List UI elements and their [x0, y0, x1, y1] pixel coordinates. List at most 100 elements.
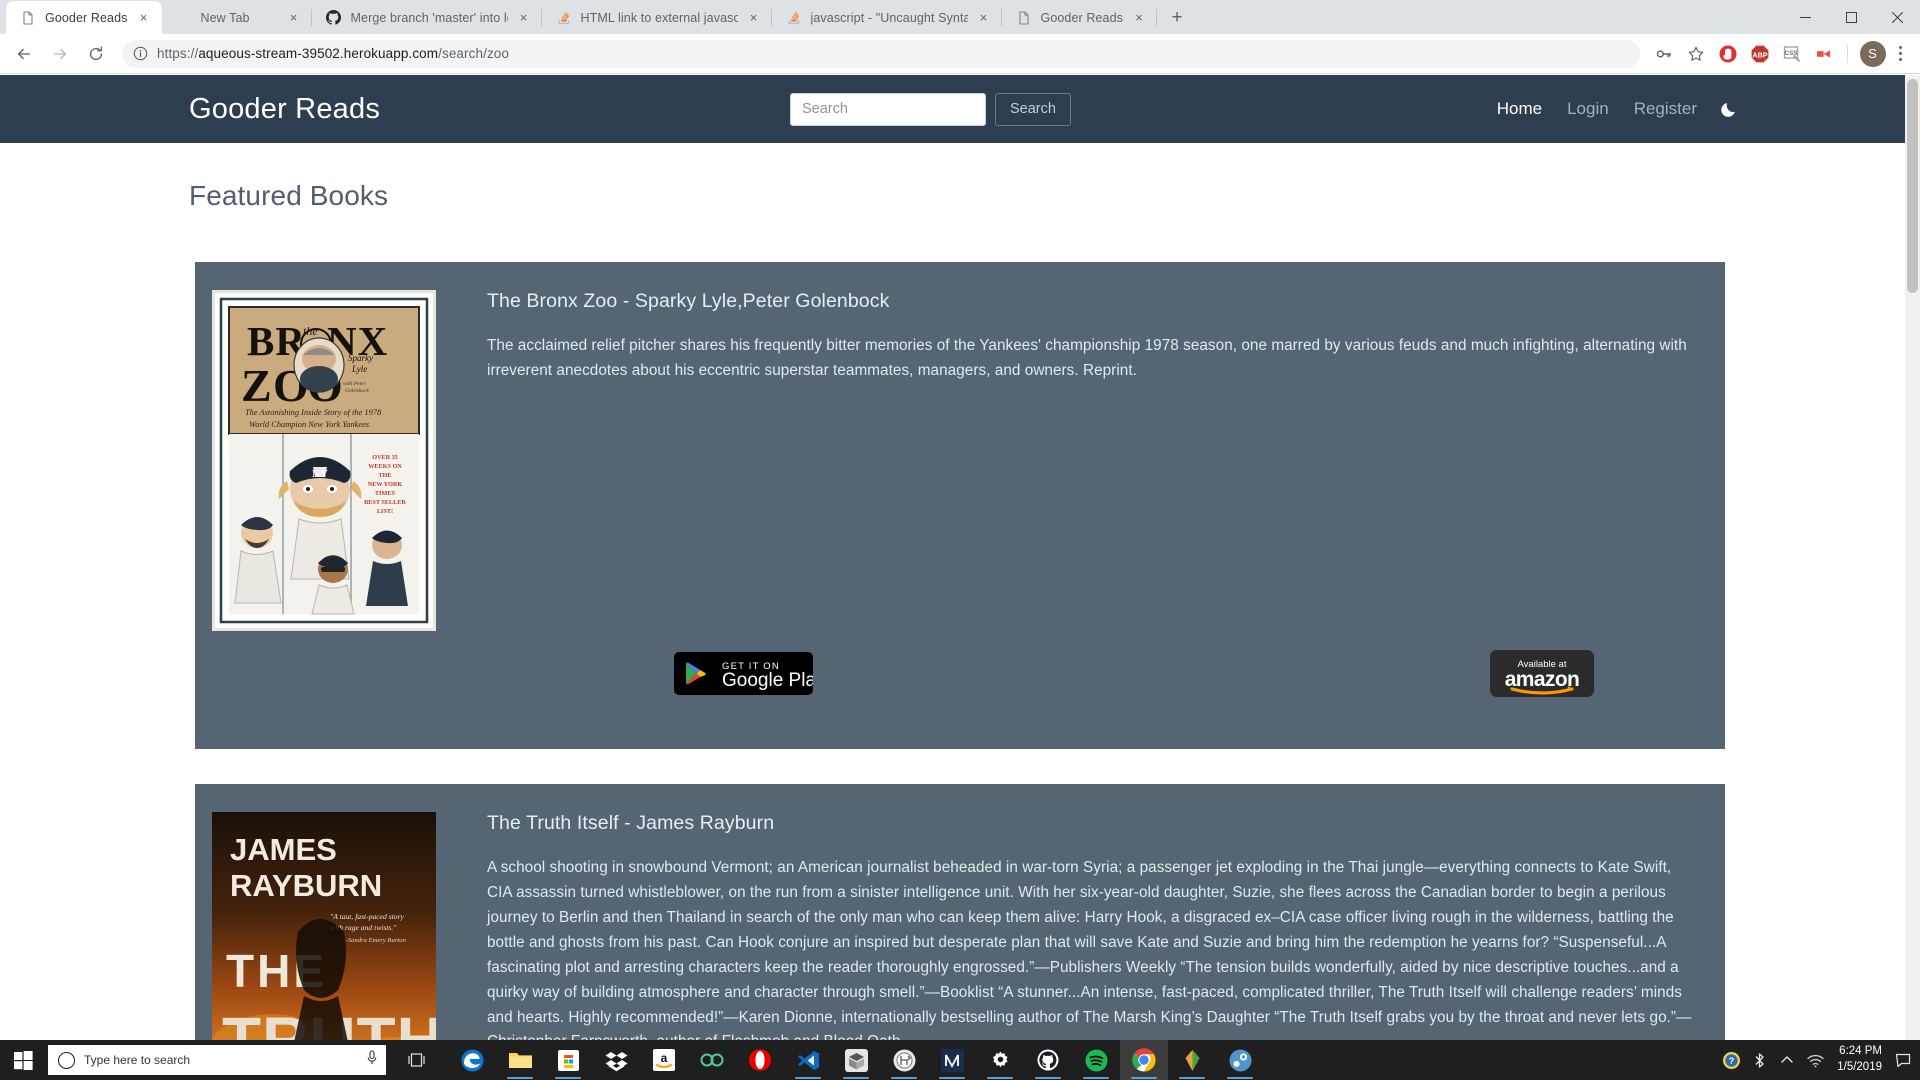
url-text: https://aqueous-stream-39502.herokuapp.c… — [157, 46, 509, 61]
address-bar[interactable]: https://aqueous-stream-39502.herokuapp.c… — [122, 39, 1640, 68]
nordvpn-icon[interactable] — [928, 1040, 976, 1080]
bluetooth-icon[interactable] — [1745, 1040, 1773, 1080]
start-button[interactable] — [0, 1040, 46, 1080]
browser-tab[interactable]: Merge branch 'master' into login × — [312, 1, 542, 34]
store-badges: GET IT ON Google Play Available at amazo… — [674, 650, 1594, 702]
taskbar-search-box[interactable]: Type here to search — [48, 1045, 386, 1075]
password-key-icon[interactable] — [1649, 39, 1679, 69]
tab-title: New Tab — [200, 10, 250, 25]
maximize-button[interactable] — [1828, 1, 1874, 33]
chrome-menu-icon[interactable] — [1891, 45, 1911, 62]
browser-chrome: Gooder Reads × New Tab × Merge branch 'm… — [0, 0, 1920, 74]
ghostery-icon[interactable] — [1713, 39, 1743, 69]
postman-icon[interactable] — [832, 1040, 880, 1080]
forward-arrow-icon[interactable] — [44, 38, 76, 70]
heroku-icon[interactable] — [880, 1040, 928, 1080]
book-card: BR NX the Z O O Sparky Lyle with Peter G… — [195, 262, 1725, 749]
tab-close-icon[interactable]: × — [286, 10, 302, 26]
tab-close-icon[interactable]: × — [1131, 10, 1147, 26]
amazon-badge[interactable]: Available at amazon — [1490, 650, 1594, 702]
tab-close-icon[interactable]: × — [746, 10, 762, 26]
book-cover-image[interactable]: BR NX the Z O O Sparky Lyle with Peter G… — [212, 290, 436, 631]
adblock-plus-icon[interactable]: ABP — [1745, 39, 1775, 69]
help-icon[interactable]: ? — [1717, 1040, 1745, 1080]
browser-tab[interactable]: HTML link to external javascript n × — [542, 1, 772, 34]
task-view-icon[interactable] — [394, 1040, 438, 1080]
tab-strip: Gooder Reads × New Tab × Merge branch 'm… — [0, 0, 1920, 34]
nav-link-register[interactable]: Register — [1634, 99, 1697, 119]
nav-link-login[interactable]: Login — [1567, 99, 1609, 119]
browser-tab[interactable]: javascript - "Uncaught SyntaxErro × — [772, 1, 1002, 34]
show-hidden-icons-icon[interactable] — [1773, 1040, 1801, 1080]
book-title[interactable]: The Truth Itself - James Rayburn — [487, 812, 1695, 835]
book-card-body: The Truth Itself - James Rayburn A schoo… — [436, 812, 1725, 1050]
edge-icon[interactable] — [448, 1040, 496, 1080]
reload-icon[interactable] — [80, 38, 112, 70]
system-tray: ? 6:24 PM 1/5/2019 — [1717, 1040, 1920, 1080]
tab-title: Merge branch 'master' into login — [350, 10, 508, 25]
chrome-icon[interactable] — [1120, 1040, 1168, 1080]
dropbox-icon[interactable] — [592, 1040, 640, 1080]
github-desktop-icon[interactable] — [1024, 1040, 1072, 1080]
svg-text:LIST!: LIST! — [377, 508, 393, 515]
minimize-button[interactable] — [1782, 1, 1828, 33]
file-explorer-icon[interactable] — [496, 1040, 544, 1080]
tab-title: Gooder Reads — [45, 10, 128, 25]
taskbar-clock[interactable]: 6:24 PM 1/5/2019 — [1829, 1044, 1892, 1075]
new-tab-button[interactable]: + — [1163, 3, 1191, 31]
book-card: JAMES RAYBURN "A taut, fast-paced story … — [195, 784, 1725, 1050]
settings-icon[interactable] — [976, 1040, 1024, 1080]
opera-icon[interactable] — [736, 1040, 784, 1080]
svg-text:OVER 35: OVER 35 — [372, 454, 398, 461]
url-path: /search/zoo — [438, 46, 510, 61]
close-window-button[interactable] — [1874, 1, 1920, 33]
browser-tab[interactable]: Gooder Reads × — [6, 1, 162, 34]
svg-text:THE: THE — [378, 472, 391, 479]
taskbar-apps: a — [448, 1040, 1264, 1080]
clock-time: 6:24 PM — [1839, 1045, 1882, 1058]
tab-title: Gooder Reads — [1040, 10, 1123, 25]
network-icon[interactable] — [1801, 1040, 1829, 1080]
protonvpn-icon[interactable] — [688, 1040, 736, 1080]
clock-date: 1/5/2019 — [1837, 1061, 1882, 1073]
search-button[interactable]: Search — [995, 92, 1071, 126]
book-description: A school shooting in snowbound Vermont; … — [487, 859, 1692, 1050]
windows-taskbar: Type here to search a ? 6:24 PM 1/5/2019 — [0, 1040, 1920, 1080]
site-brand[interactable]: Gooder Reads — [189, 93, 380, 126]
scrollbar-thumb[interactable] — [1907, 79, 1918, 293]
page-icon — [1016, 10, 1032, 26]
search-input[interactable] — [790, 92, 986, 126]
mongodb-icon[interactable] — [1168, 1040, 1216, 1080]
page-scrollbar[interactable]: ▲ ▼ — [1905, 75, 1920, 1050]
back-arrow-icon[interactable] — [8, 38, 40, 70]
microphone-icon[interactable] — [366, 1050, 378, 1070]
tab-close-icon[interactable]: × — [136, 10, 152, 26]
tab-close-icon[interactable]: × — [976, 10, 992, 26]
tab-close-icon[interactable]: × — [516, 10, 532, 26]
css-viewer-icon[interactable]: CSS — [1777, 39, 1807, 69]
book-cover-image[interactable]: JAMES RAYBURN "A taut, fast-paced story … — [212, 812, 436, 1050]
svg-text:RAYBURN: RAYBURN — [230, 868, 382, 903]
svg-text:BEST SELLER: BEST SELLER — [364, 499, 406, 506]
svg-text:Z: Z — [241, 360, 272, 411]
spotify-icon[interactable] — [1072, 1040, 1120, 1080]
bookmark-star-icon[interactable] — [1681, 39, 1711, 69]
book-title[interactable]: The Bronx Zoo - Sparky Lyle,Peter Golenb… — [487, 290, 1695, 313]
nav-link-home[interactable]: Home — [1497, 99, 1542, 119]
microsoft-store-icon[interactable] — [544, 1040, 592, 1080]
browser-tab[interactable]: New Tab × — [162, 1, 312, 34]
github-icon — [326, 10, 342, 26]
amazon-icon[interactable]: a — [640, 1040, 688, 1080]
avatar[interactable]: S — [1859, 40, 1886, 67]
video-downloader-icon[interactable] — [1809, 39, 1839, 69]
steam-icon[interactable] — [1216, 1040, 1264, 1080]
tab-title: javascript - "Uncaught SyntaxErro — [810, 10, 968, 25]
google-play-badge[interactable]: GET IT ON Google Play — [674, 652, 826, 700]
stackoverflow-icon — [556, 10, 572, 26]
vscode-icon[interactable] — [784, 1040, 832, 1080]
book-cover-wrapper: JAMES RAYBURN "A taut, fast-paced story … — [212, 812, 436, 1050]
action-center-icon[interactable] — [1892, 1040, 1914, 1080]
browser-tab[interactable]: Gooder Reads × — [1002, 1, 1158, 34]
site-info-icon[interactable] — [133, 46, 148, 61]
moon-icon[interactable] — [1718, 98, 1740, 120]
